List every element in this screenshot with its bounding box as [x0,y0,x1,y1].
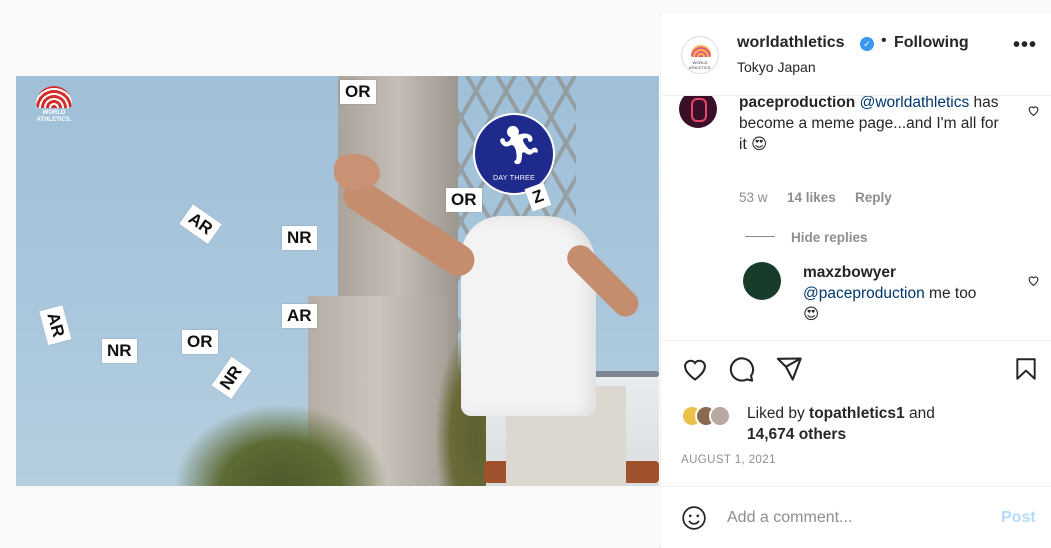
avatar[interactable] [679,96,717,128]
add-comment-input[interactable]: Add a comment... [727,509,852,527]
emoji-icon[interactable] [681,505,707,536]
post-media[interactable]: WORLD ATHLETICS. 🏃︎ DAY THREE OR OR AR N… [16,14,659,548]
comment-age: 53 w [739,190,768,205]
like-comment-heart-icon[interactable] [1027,104,1041,118]
record-tag: OR [446,188,482,212]
verified-badge-icon: ✓ [860,37,874,51]
avatar [709,405,731,427]
save-bookmark-icon[interactable] [1013,355,1039,388]
username-link[interactable]: worldathletics [737,34,845,52]
following-button[interactable]: Following [894,34,969,52]
comment-mention[interactable]: @worldathletics [860,96,970,111]
liked-by-avatars[interactable] [681,405,743,429]
add-comment-bar: Add a comment... Post [661,486,1051,548]
avatar[interactable] [743,262,781,300]
logo-text: WORLD ATHLETICS. [36,110,72,123]
logo-mark-icon [691,45,711,57]
liked-by-prefix: Liked by [747,405,805,422]
more-options-icon[interactable]: ••• [1013,34,1037,57]
post-button[interactable]: Post [1001,509,1036,527]
reply-body: me too [929,285,977,302]
post-date[interactable]: AUGUST 1, 2021 [681,454,776,466]
logo-mark-icon [36,86,72,108]
liked-by-text: Liked by topathletics1 and 14,674 others [747,403,935,445]
post-header: WORLD ATHLETICS. worldathletics ✓ • Foll… [661,14,1051,96]
location-link[interactable]: Tokyo Japan [737,59,816,75]
reply-text: maxzbowyer @paceproduction me too 😍 [803,262,1003,325]
post-image[interactable]: WORLD ATHLETICS. 🏃︎ DAY THREE OR OR AR N… [16,76,659,486]
comment-icon[interactable] [727,355,755,388]
like-reply-heart-icon[interactable] [1027,274,1041,288]
record-tag: OR [182,330,218,354]
runner-icon: 🏃︎ [495,125,544,167]
comment-likes[interactable]: 14 likes [787,190,836,205]
separator-dot: • [881,32,887,49]
comment-username[interactable]: paceproduction [739,96,855,111]
avatar[interactable]: WORLD ATHLETICS. [681,36,719,74]
reply-emoji: 😍 [803,306,820,323]
like-heart-icon[interactable] [681,355,709,388]
record-tag: OR [340,80,376,104]
record-tag: NR [282,226,317,250]
post-side-panel: WORLD ATHLETICS. worldathletics ✓ • Foll… [660,14,1051,548]
comments-list[interactable]: paceproduction @worldathletics has becom… [661,96,1051,340]
liked-by-suffix: and [908,405,935,422]
record-tag: AR [282,304,317,328]
share-send-icon[interactable] [775,355,803,388]
reply-username[interactable]: maxzbowyer [803,264,896,281]
badge-text: DAY THREE [493,175,535,182]
reply-button[interactable]: Reply [855,190,892,205]
world-athletics-logo: WORLD ATHLETICS. [34,86,74,124]
man-hand [334,154,380,190]
tree [176,406,386,486]
hide-replies-line [745,236,775,237]
comment-text: paceproduction @worldathletics has becom… [739,96,1009,155]
reply-mention[interactable]: @paceproduction [803,285,925,302]
record-tag: NR [102,339,137,363]
hide-replies-button[interactable]: Hide replies [791,230,868,245]
avatar-logo-text: WORLD ATHLETICS. [688,60,712,70]
likes-count[interactable]: 14,674 others [747,426,846,443]
liked-by-user[interactable]: topathletics1 [809,405,905,422]
